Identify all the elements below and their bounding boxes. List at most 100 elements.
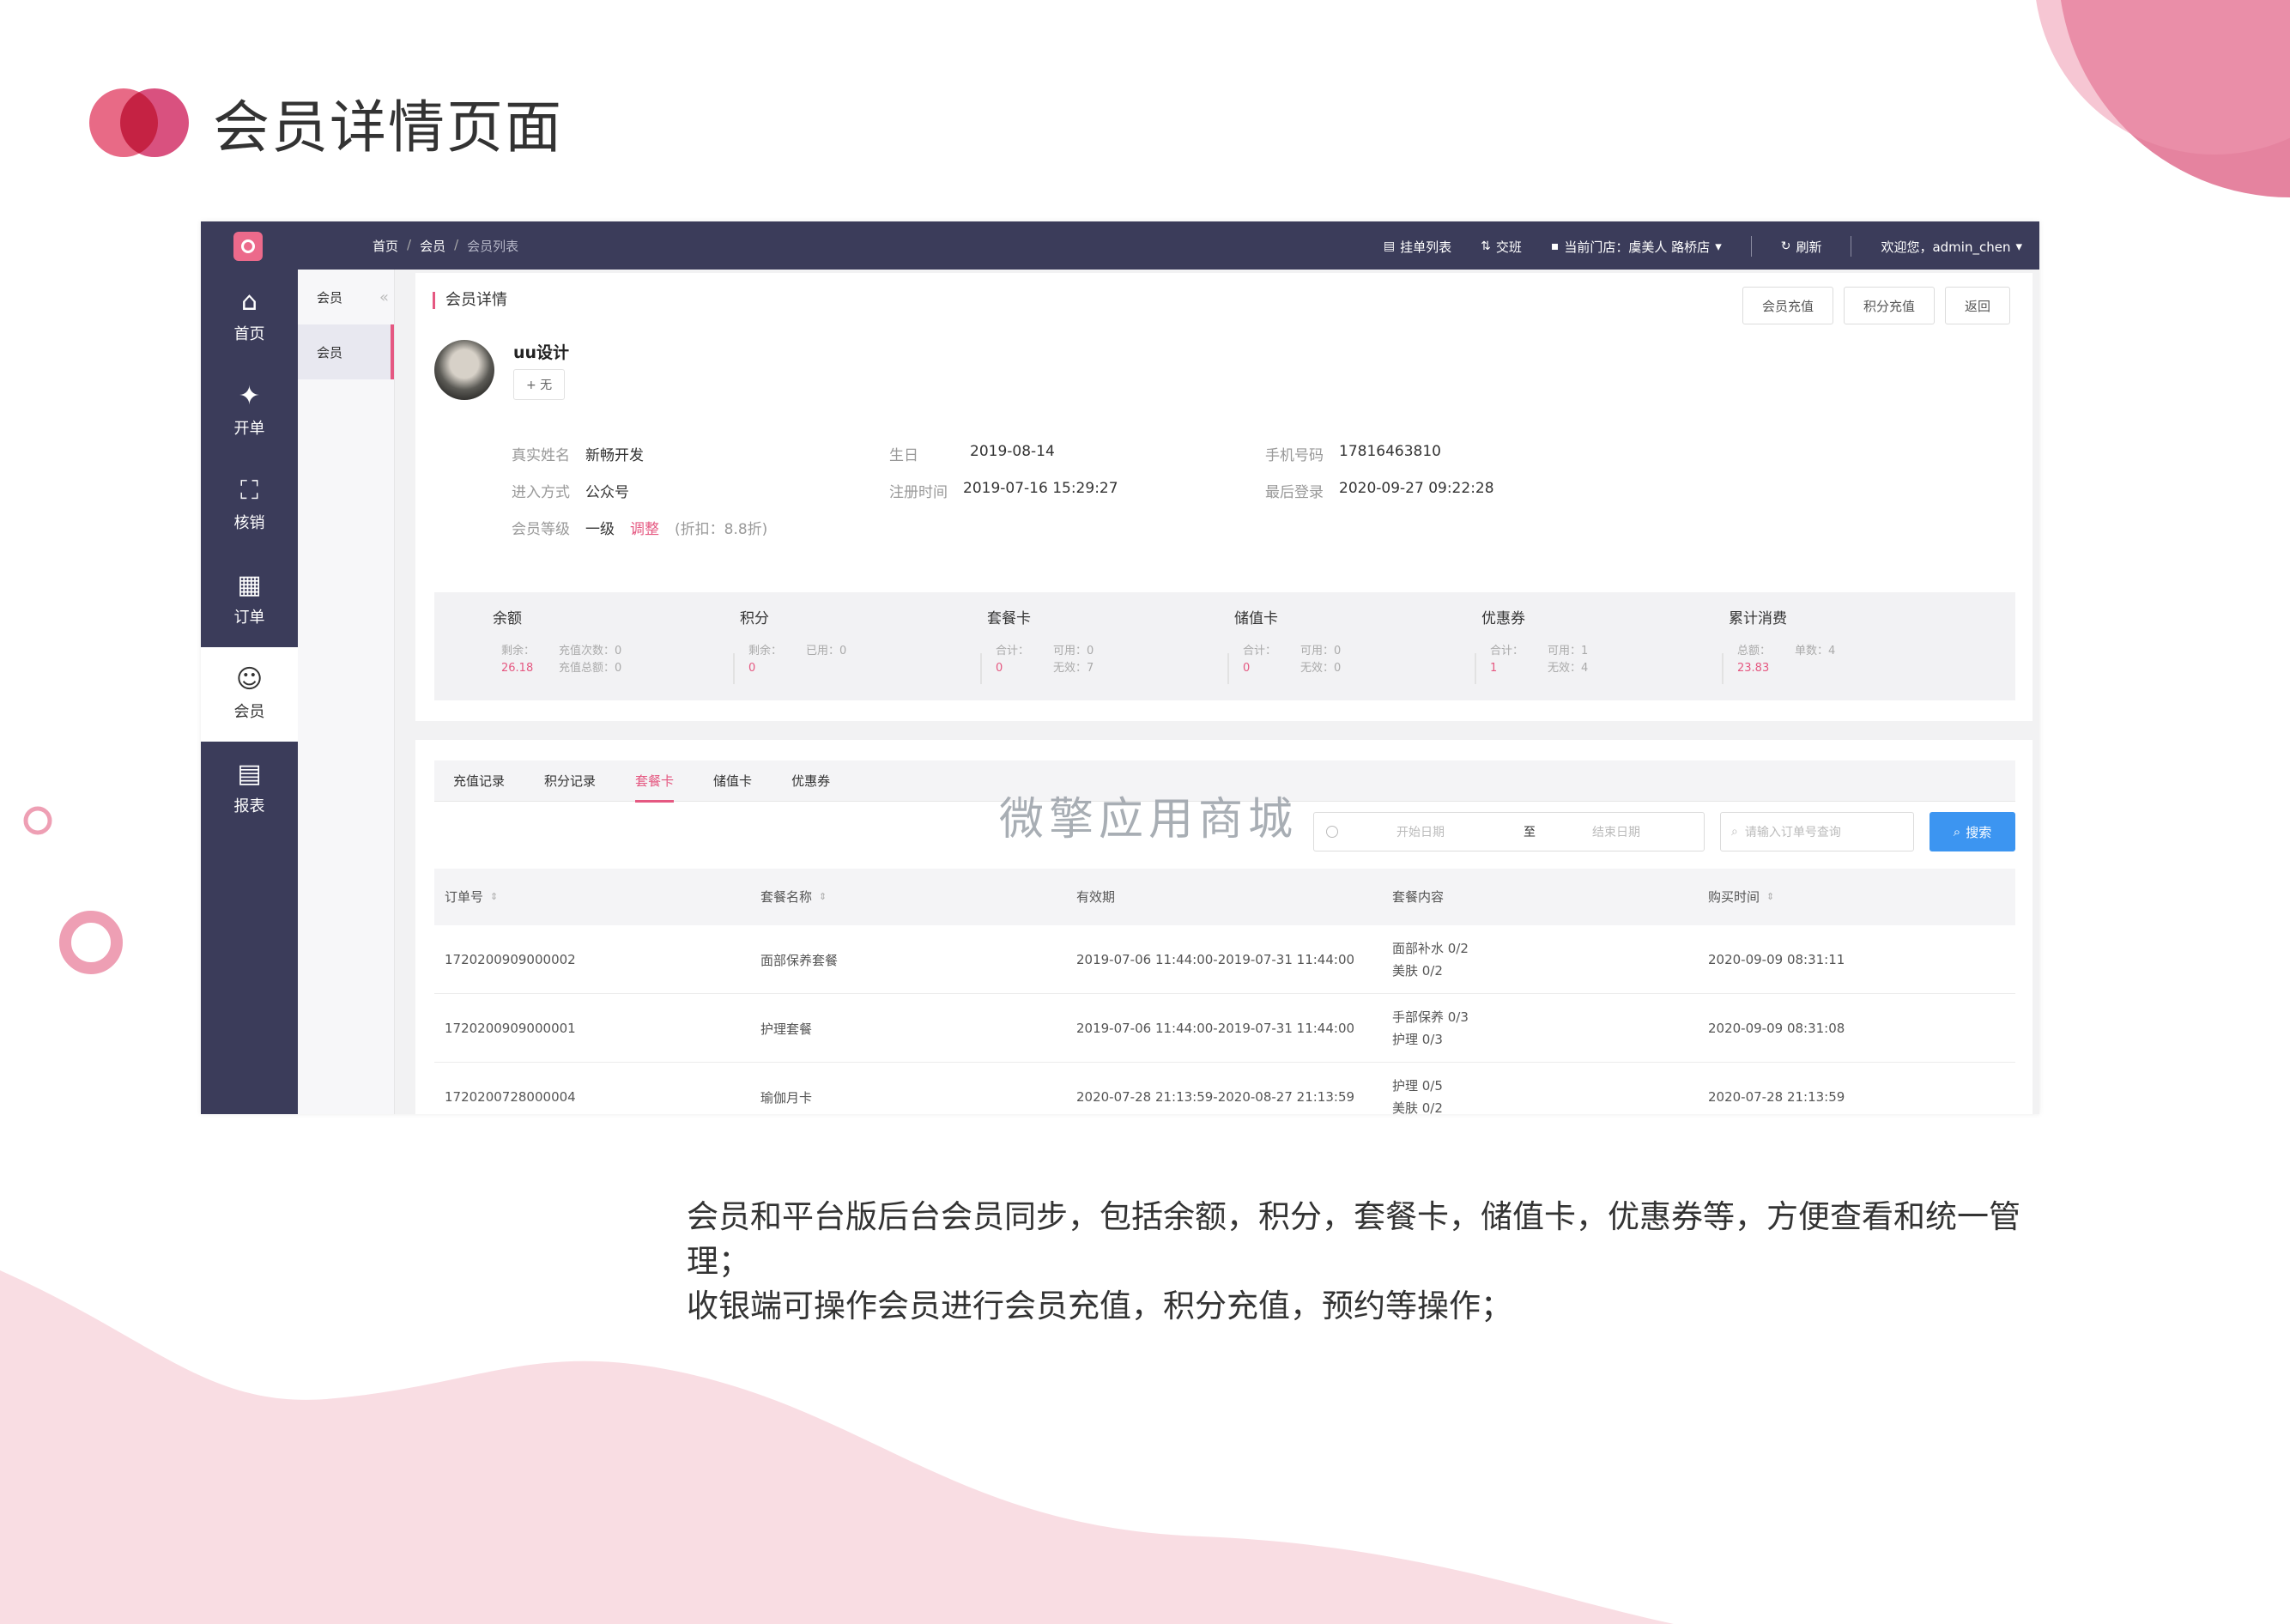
tab-stored-value-card[interactable]: 储值卡 <box>713 760 752 802</box>
add-tag-button[interactable]: + 无 <box>513 369 566 400</box>
sidebar-item-label: 报表 <box>233 797 265 815</box>
avatar <box>434 340 494 400</box>
subnav-item-member[interactable]: 会员 <box>298 324 394 379</box>
stat-stored-value-card: 储值卡 合计： 0 可用：0 无效：0 <box>1227 606 1475 684</box>
card-title: 会员详情 <box>433 292 507 309</box>
stat-detail: 无效：4 <box>1548 662 1589 675</box>
stat-label: 剩余： <box>501 645 536 657</box>
content-item: 面部补水 0/2 <box>1392 941 1469 956</box>
stat-label: 合计： <box>1243 645 1277 657</box>
welcome-label: 欢迎您，admin_chen <box>1881 239 2011 255</box>
cell-order-no: 1720200728000004 <box>445 1089 576 1105</box>
sidebar-item-orders[interactable]: ▦ 订单 <box>201 553 298 647</box>
points-recharge-button[interactable]: 积分充值 <box>1843 287 1935 324</box>
stat-detail: 单数：4 <box>1795 645 1836 657</box>
user-icon: ☺ <box>235 664 264 694</box>
top-nav: ▤ 挂单列表 ⇅ 交班 ▪ 当前门店：虞美人 路桥店 ▾ ↻ 刷新 欢迎您，ad… <box>1384 236 2022 257</box>
search-icon: ⌕ <box>1731 825 1738 839</box>
date-separator: 至 <box>1524 826 1536 839</box>
cell-validity: 2020-07-28 21:13:59-2020-08-27 21:13:59 <box>1076 1089 1355 1105</box>
field-value: 2019-07-16 15:29:27 <box>963 480 1118 497</box>
stat-detail: 充值次数：0 <box>559 645 622 657</box>
handover-label: 交班 <box>1495 239 1522 255</box>
discount-note: (折扣：8.8折) <box>675 521 768 538</box>
date-range-picker[interactable]: 开始日期 至 结束日期 <box>1313 812 1705 851</box>
table-row[interactable]: 1720200909000002 面部保养套餐 2019-07-06 11:44… <box>434 925 2015 994</box>
app-screenshot: 首页 / 会员 / 会员列表 ▤ 挂单列表 ⇅ 交班 ▪ 当前门店：虞美人 路桥… <box>201 221 2039 1114</box>
stat-detail: 充值总额：0 <box>559 662 622 675</box>
tab-package-card[interactable]: 套餐卡 <box>635 760 675 803</box>
refresh-icon: ↻ <box>1780 239 1791 253</box>
page-title: 会员详情页面 <box>213 94 563 161</box>
field-value: 2019-08-14 <box>970 443 1055 460</box>
column-order-no[interactable]: 订单号 ⇕ <box>445 888 498 906</box>
field-label: 会员等级 <box>512 521 570 538</box>
stat-title: 储值卡 <box>1234 610 1278 627</box>
column-purchase-time[interactable]: 购买时间 ⇕ <box>1708 888 1774 906</box>
sidebar-item-report[interactable]: ▤ 报表 <box>201 742 298 836</box>
content-item: 手部保养 0/3 <box>1392 1009 1469 1025</box>
store-selector[interactable]: ▪ 当前门店：虞美人 路桥店 ▾ <box>1551 238 1722 256</box>
sidebar-item-open-order[interactable]: ✦ 开单 <box>201 364 298 458</box>
field-label: 真实姓名 <box>512 447 570 464</box>
breadcrumb-home[interactable]: 首页 <box>373 237 398 255</box>
scan-icon: ⛶ <box>240 476 258 506</box>
cell-content: 手部保养 0/3 护理 0/3 <box>1392 994 1469 1063</box>
adjust-level-link[interactable]: 调整 <box>630 517 659 538</box>
subnav-head-label: 会员 <box>317 289 343 306</box>
column-package-name[interactable]: 套餐名称 ⇕ <box>760 888 827 906</box>
caption-line: 收银端可操作会员进行会员充值，积分充值，预约等操作； <box>687 1288 1512 1324</box>
clock-icon <box>1326 826 1338 838</box>
user-menu[interactable]: 欢迎您，admin_chen ▾ <box>1881 238 2022 256</box>
stat-title: 套餐卡 <box>987 610 1031 627</box>
refresh-label: 刷新 <box>1796 239 1822 255</box>
pending-orders-label: 挂单列表 <box>1400 239 1452 255</box>
compass-icon: ✦ <box>238 381 261 411</box>
tab-recharge-records[interactable]: 充值记录 <box>453 760 505 802</box>
stat-detail: 可用：0 <box>1053 645 1094 657</box>
table-row[interactable]: 1720200909000001 护理套餐 2019-07-06 11:44:0… <box>434 994 2015 1063</box>
column-label: 购买时间 <box>1708 889 1760 905</box>
field-value: 17816463810 <box>1339 443 1441 460</box>
date-start-input[interactable]: 开始日期 <box>1396 823 1445 840</box>
store-label: 当前门店：虞美人 路桥店 <box>1564 239 1711 255</box>
handover-icon: ⇅ <box>1481 239 1491 253</box>
subnav-item-label: 会员 <box>317 344 343 361</box>
refresh-button[interactable]: ↻ 刷新 <box>1781 238 1822 256</box>
stat-detail: 无效：0 <box>1300 662 1342 675</box>
member-recharge-button[interactable]: 会员充值 <box>1742 287 1833 324</box>
tab-points-records[interactable]: 积分记录 <box>544 760 596 802</box>
sidebar-item-label: 订单 <box>233 609 265 627</box>
table-row[interactable]: 1720200728000004 瑜伽月卡 2020-07-28 21:13:5… <box>434 1063 2015 1114</box>
divider <box>1750 236 1752 257</box>
records-card: 充值记录 积分记录 套餐卡 储值卡 优惠券 微擎应用商城 开始日期 至 结束日期… <box>415 740 2033 1114</box>
field-source: 进入方式 公众号 <box>512 480 629 501</box>
back-button[interactable]: 返回 <box>1944 287 2010 324</box>
cell-purchase-time: 2020-09-09 08:31:11 <box>1708 952 1845 967</box>
slide-header: 会员详情页面 <box>89 82 563 164</box>
content-item: 美肤 0/2 <box>1392 1100 1443 1114</box>
stat-title: 优惠券 <box>1481 610 1525 627</box>
sidebar-item-label: 会员 <box>233 703 265 721</box>
date-end-input[interactable]: 结束日期 <box>1592 823 1640 840</box>
breadcrumb-member[interactable]: 会员 <box>420 237 445 255</box>
handover-button[interactable]: ⇅ 交班 <box>1481 238 1522 256</box>
cell-package-name: 面部保养套餐 <box>760 952 839 968</box>
column-content: 套餐内容 <box>1392 888 1444 906</box>
tab-coupon[interactable]: 优惠券 <box>791 760 830 802</box>
field-label: 手机号码 <box>1265 447 1324 464</box>
search-button[interactable]: ⌕ 搜索 <box>1930 812 2015 851</box>
breadcrumb-sep: / <box>407 237 412 252</box>
sort-icon: ⇕ <box>1766 891 1775 902</box>
stat-title: 积分 <box>740 610 769 627</box>
pending-orders-button[interactable]: ▤ 挂单列表 <box>1384 238 1451 256</box>
order-search-input[interactable]: ⌕ 请输入订单号查询 <box>1720 812 1914 851</box>
field-value: 公众号 <box>585 484 629 501</box>
sidebar-item-member[interactable]: ☺ 会员 <box>201 647 298 742</box>
stat-value: 0 <box>996 662 1003 675</box>
cell-purchase-time: 2020-07-28 21:13:59 <box>1708 1089 1845 1105</box>
caret-down-icon: ▾ <box>2015 239 2022 254</box>
sidebar-item-verify[interactable]: ⛶ 核销 <box>201 458 298 553</box>
collapse-icon[interactable]: « <box>379 288 389 306</box>
sidebar-item-home[interactable]: ⌂ 首页 <box>201 270 298 364</box>
